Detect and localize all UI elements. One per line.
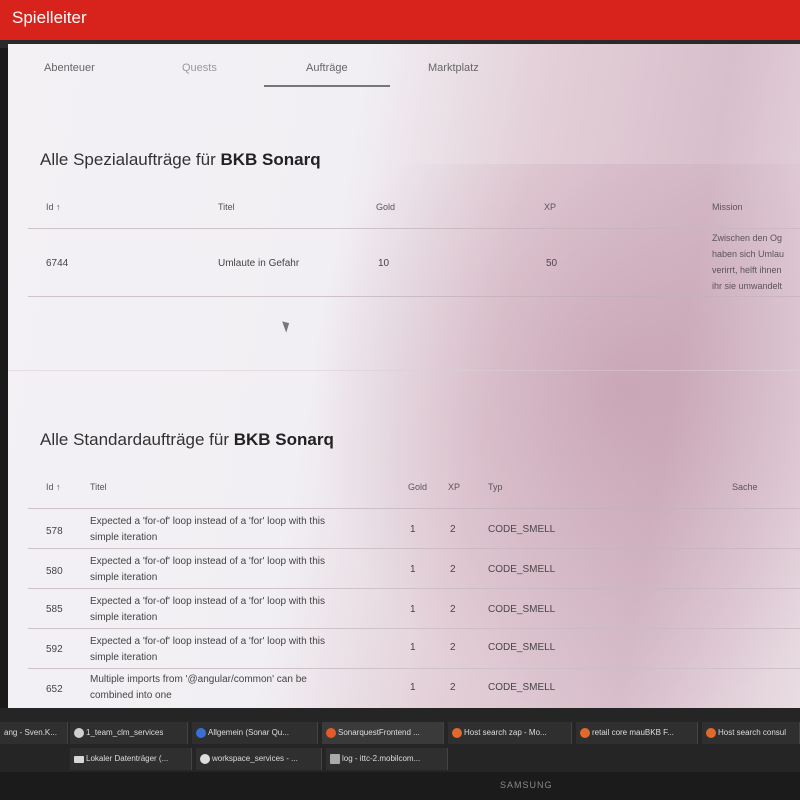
tab-marktplatz[interactable]: Marktplatz (428, 62, 479, 74)
standard-header-titel: Titel (90, 482, 107, 492)
firefox-icon (706, 728, 716, 738)
cell-id: 585 (46, 604, 63, 615)
cell-titel-cont: simple iteration (90, 652, 158, 663)
drive-icon (74, 756, 84, 763)
cell-typ: CODE_SMELL (488, 604, 556, 615)
mouse-cursor-icon (282, 319, 292, 333)
taskbar-item[interactable]: Host search consul (702, 722, 800, 744)
standard-section-title: Alle Standardaufträge für BKB Sonarq (40, 430, 334, 449)
taskbar-item[interactable]: SonarquestFrontend ... (322, 722, 444, 744)
cell-typ: CODE_SMELL (488, 642, 556, 653)
cell-typ: CODE_SMELL (488, 564, 556, 575)
cell-gold: 1 (410, 604, 416, 615)
taskbar-item[interactable]: ang - Sven.K... (0, 722, 68, 744)
taskbar-item[interactable]: 1_team_clm_services (70, 722, 188, 744)
teams-icon (196, 728, 206, 738)
cell-gold: 1 (410, 564, 416, 575)
cell-titel: Multiple imports from '@angular/common' … (90, 674, 307, 685)
cell-titel: Expected a 'for-of' loop instead of a 'f… (90, 636, 325, 647)
app-title: Spielleiter (12, 8, 87, 27)
standard-header-gold: Gold (408, 482, 428, 492)
tab-abenteuer[interactable]: Abenteuer (44, 62, 95, 74)
standard-header-sache: Sache (732, 482, 758, 492)
standard-header-xp: XP (448, 482, 461, 492)
tab-bar: Abenteuer Quests Aufträge Marktplatz (8, 44, 800, 88)
special-header-mission: Mission (712, 202, 743, 212)
standard-header-divider (28, 508, 800, 509)
cell-gold: 10 (378, 258, 390, 269)
cell-titel: Expected a 'for-of' loop instead of a 'f… (90, 516, 325, 527)
row-divider (28, 588, 800, 589)
monitor-bezel: SAMSUNG (0, 772, 800, 800)
row-divider (28, 628, 800, 629)
special-header-titel: Titel (218, 202, 235, 212)
taskbar-item[interactable]: log - ittc-2.mobilcom... (326, 748, 448, 770)
cell-id: 580 (46, 566, 63, 577)
cell-typ: CODE_SMELL (488, 524, 556, 535)
cell-titel-cont: simple iteration (90, 612, 158, 623)
row-divider (28, 668, 800, 669)
cell-typ: CODE_SMELL (488, 682, 556, 693)
cell-titel: Expected a 'for-of' loop instead of a 'f… (90, 596, 325, 607)
cell-xp: 2 (450, 564, 456, 575)
main-content: Abenteuer Quests Aufträge Marktplatz All… (8, 44, 800, 708)
os-taskbar: ang - Sven.K... 1_team_clm_services Allg… (0, 708, 800, 780)
cell-mission-1: Zwischen den Og (712, 233, 783, 243)
terminal-icon (330, 754, 340, 764)
taskbar-item[interactable]: retail core mauBKB F... (576, 722, 698, 744)
special-header-gold: Gold (376, 202, 396, 212)
cell-xp: 50 (546, 258, 558, 269)
section-divider (8, 370, 800, 371)
cell-mission-2: haben sich Umlau (712, 249, 785, 259)
special-section-title: Alle Spezialaufträge für BKB Sonarq (40, 150, 321, 169)
active-tab-indicator (264, 85, 390, 87)
cell-mission-4: ihr sie umwandelt (712, 281, 783, 291)
special-header-xp: XP (544, 202, 557, 212)
standard-header-typ: Typ (488, 482, 503, 492)
cell-titel-cont: simple iteration (90, 532, 158, 543)
standard-header-id[interactable]: Id ↑ (46, 482, 61, 492)
monitor-brand-logo: SAMSUNG (500, 780, 553, 790)
taskbar-item[interactable]: Lokaler Datenträger (... (70, 748, 192, 770)
firefox-icon (452, 728, 462, 738)
taskbar-item[interactable]: Allgemein (Sonar Qu... (192, 722, 318, 744)
cell-xp: 2 (450, 604, 456, 615)
firefox-icon (326, 728, 336, 738)
cell-gold: 1 (410, 682, 416, 693)
cell-mission-3: verirrt, helft ihnen (712, 265, 782, 275)
cell-id: 592 (46, 644, 63, 655)
cell-id: 652 (46, 684, 63, 695)
taskbar-row-2: Lokaler Datenträger (... workspace_servi… (0, 748, 800, 770)
tab-auftraege[interactable]: Aufträge (306, 62, 348, 74)
row-divider (28, 548, 800, 549)
cell-xp: 2 (450, 524, 456, 535)
cell-xp: 2 (450, 682, 456, 693)
github-icon (200, 754, 210, 764)
cell-id: 578 (46, 526, 63, 537)
firefox-icon (580, 728, 590, 738)
app-header: Spielleiter (0, 0, 800, 44)
cell-xp: 2 (450, 642, 456, 653)
cell-titel-cont: simple iteration (90, 572, 158, 583)
cell-titel: Umlaute in Gefahr (218, 258, 300, 269)
taskbar-item[interactable]: workspace_services - ... (196, 748, 322, 770)
special-row-divider (28, 296, 800, 297)
cell-titel: Expected a 'for-of' loop instead of a 'f… (90, 556, 325, 567)
tab-quests[interactable]: Quests (182, 62, 217, 74)
cell-gold: 1 (410, 642, 416, 653)
special-header-id[interactable]: Id ↑ (46, 202, 61, 212)
vscode-icon (74, 728, 84, 738)
cell-gold: 1 (410, 524, 416, 535)
cell-id: 6744 (46, 258, 69, 269)
cell-titel-cont: combined into one (90, 690, 172, 701)
special-header-divider (28, 228, 800, 229)
taskbar-row-1: ang - Sven.K... 1_team_clm_services Allg… (0, 722, 800, 744)
taskbar-item[interactable]: Host search zap - Mo... (448, 722, 572, 744)
